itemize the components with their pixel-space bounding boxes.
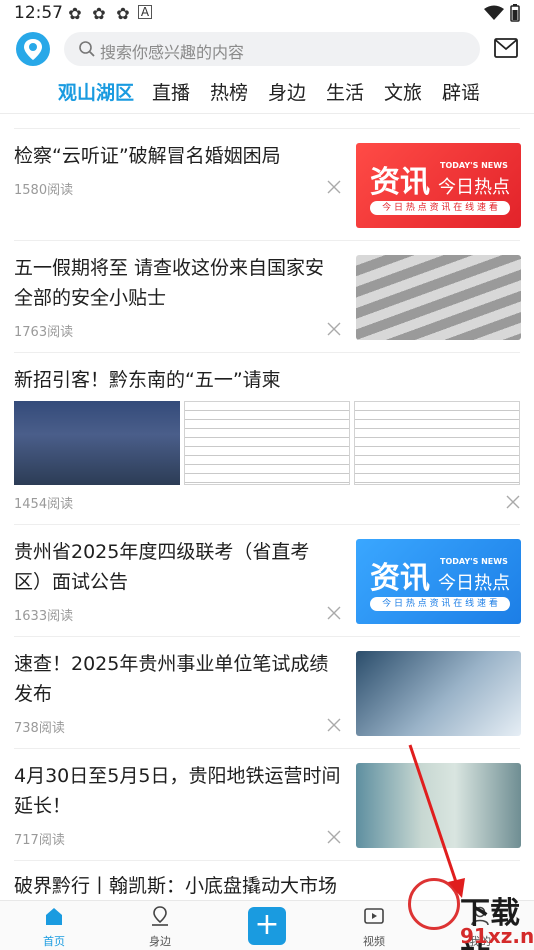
tab-rumor[interactable]: 辟谣 bbox=[442, 78, 480, 105]
thumb-big-text: 资讯 bbox=[370, 165, 430, 200]
nav-home-label: 首页 bbox=[43, 935, 65, 948]
thumb-big-text: 资讯 bbox=[370, 561, 430, 596]
news-title-line1: 五一假期将至 请查收这份来自国家安 bbox=[14, 257, 325, 279]
tab-live[interactable]: 直播 bbox=[152, 78, 190, 105]
close-icon[interactable] bbox=[327, 322, 341, 336]
close-icon[interactable] bbox=[327, 606, 341, 620]
home-icon bbox=[46, 908, 62, 925]
news-title: 检察“云听证”破解冒名婚姻困局 bbox=[14, 145, 281, 167]
app-notification-icon: ✿ bbox=[92, 4, 106, 23]
news-item[interactable]: 4月30日至5月5日，贵阳地铁运营时间 延长！ 717阅读 bbox=[14, 748, 521, 860]
news-title-line1: 贵州省2025年度四级联考（省直考 bbox=[14, 541, 310, 563]
news-title: 破界黔行丨翰凯斯：小底盘撬动大市场 bbox=[14, 875, 338, 897]
nav-nearby-label: 身边 bbox=[149, 935, 171, 948]
news-title: 新招引客！黔东南的“五一”请柬 bbox=[14, 369, 281, 391]
read-count: 1454阅读 bbox=[14, 497, 74, 512]
nav-video[interactable]: 视频 bbox=[344, 905, 404, 949]
battery-icon bbox=[510, 4, 520, 22]
nav-nearby[interactable]: 身边 bbox=[130, 905, 190, 949]
search-bar[interactable]: 搜索你感兴趣的内容 bbox=[64, 32, 480, 66]
meeting-photo bbox=[14, 401, 180, 485]
news-item[interactable]: 速查！2025年贵州事业单位笔试成绩 发布 738阅读 bbox=[14, 636, 521, 748]
news-title-line1: 速查！2025年贵州事业单位笔试成绩 bbox=[14, 653, 329, 675]
app-notification-icon: ✿ bbox=[68, 4, 82, 23]
a-badge-icon: A bbox=[138, 5, 152, 19]
news-item[interactable]: 新招引客！黔东南的“五一”请柬 1454阅读 bbox=[14, 352, 520, 524]
read-count: 738阅读 bbox=[14, 721, 65, 736]
schedule-table-image bbox=[184, 401, 350, 485]
read-count: 1763阅读 bbox=[14, 325, 74, 340]
close-icon[interactable] bbox=[327, 180, 341, 194]
wifi-icon bbox=[484, 5, 504, 20]
nav-video-label: 视频 bbox=[363, 935, 385, 948]
status-bar: 12:57 ✿ ✿ ✿ A bbox=[0, 0, 534, 28]
tab-hot[interactable]: 热榜 bbox=[210, 78, 248, 105]
read-count: 717阅读 bbox=[14, 833, 65, 848]
watermark-url: 91xz.net bbox=[460, 924, 534, 948]
image-strip bbox=[14, 401, 520, 485]
thumb-hot-text: 今日热点 bbox=[438, 573, 510, 594]
thumb-en-text: TODAY'S NEWS bbox=[440, 557, 508, 566]
location-icon bbox=[152, 906, 168, 926]
news-thumbnail: 资讯 TODAY'S NEWS 今日热点 今 日 热 点 资 讯 在 线 速 看 bbox=[356, 539, 521, 624]
thumb-en-text: TODAY'S NEWS bbox=[440, 161, 508, 170]
top-bar: 搜索你感兴趣的内容 bbox=[0, 28, 534, 72]
crosswalk-photo bbox=[356, 255, 521, 340]
news-item[interactable]: 贵州省2025年度四级联考（省直考 区）面试公告 1633阅读 资讯 TODAY… bbox=[14, 524, 521, 636]
news-title-line1: 4月30日至5月5日，贵阳地铁运营时间 bbox=[14, 765, 341, 787]
video-icon bbox=[364, 908, 384, 924]
status-right bbox=[484, 4, 520, 22]
watermark-circle-icon bbox=[408, 878, 460, 930]
mail-icon[interactable] bbox=[494, 38, 518, 58]
writing-photo bbox=[356, 651, 521, 736]
thumb-strip-text: 今 日 热 点 资 讯 在 线 速 看 bbox=[370, 201, 510, 215]
search-placeholder: 搜索你感兴趣的内容 bbox=[100, 43, 245, 62]
search-icon bbox=[79, 41, 95, 57]
publish-button[interactable]: + bbox=[248, 907, 286, 945]
close-icon[interactable] bbox=[327, 718, 341, 732]
news-item[interactable]: 检察“云听证”破解冒名婚姻困局 1580阅读 资讯 TODAY'S NEWS 今… bbox=[14, 128, 521, 240]
status-time: 12:57 bbox=[14, 3, 63, 23]
thumb-hot-text: 今日热点 bbox=[438, 177, 510, 198]
news-item[interactable]: 五一假期将至 请查收这份来自国家安 全部的安全小贴士 1763阅读 bbox=[14, 240, 521, 352]
nav-home[interactable]: 首页 bbox=[24, 905, 84, 949]
news-title-line2: 延长！ bbox=[14, 795, 72, 817]
app-notification-icon: ✿ bbox=[116, 4, 130, 23]
close-icon[interactable] bbox=[506, 495, 520, 509]
read-count: 1580阅读 bbox=[14, 183, 74, 198]
news-thumbnail: 资讯 TODAY'S NEWS 今日热点 今 日 热 点 资 讯 在 线 速 看 bbox=[356, 143, 521, 228]
app-logo-icon[interactable] bbox=[16, 32, 50, 66]
tab-culture-travel[interactable]: 文旅 bbox=[384, 78, 422, 105]
tab-life[interactable]: 生活 bbox=[326, 78, 364, 105]
notification-icons: ✿ ✿ ✿ A bbox=[66, 5, 152, 23]
tab-nearby[interactable]: 身边 bbox=[268, 78, 306, 105]
thumb-strip-text: 今 日 热 点 资 讯 在 线 速 看 bbox=[370, 597, 510, 611]
news-title-line2: 区）面试公告 bbox=[14, 571, 129, 593]
watermark-logo: 下载站 91xz.net bbox=[408, 868, 534, 950]
schedule-table-image bbox=[354, 401, 520, 485]
channel-tabs: 观山湖区 直播 热榜 身边 生活 文旅 辟谣 bbox=[0, 72, 534, 112]
news-title-line2: 发布 bbox=[14, 683, 53, 705]
divider bbox=[0, 113, 534, 114]
news-title-line2: 全部的安全小贴士 bbox=[14, 287, 167, 309]
tab-guanshanhu[interactable]: 观山湖区 bbox=[58, 78, 134, 105]
subway-photo bbox=[356, 763, 521, 848]
read-count: 1633阅读 bbox=[14, 609, 74, 624]
close-icon[interactable] bbox=[327, 830, 341, 844]
